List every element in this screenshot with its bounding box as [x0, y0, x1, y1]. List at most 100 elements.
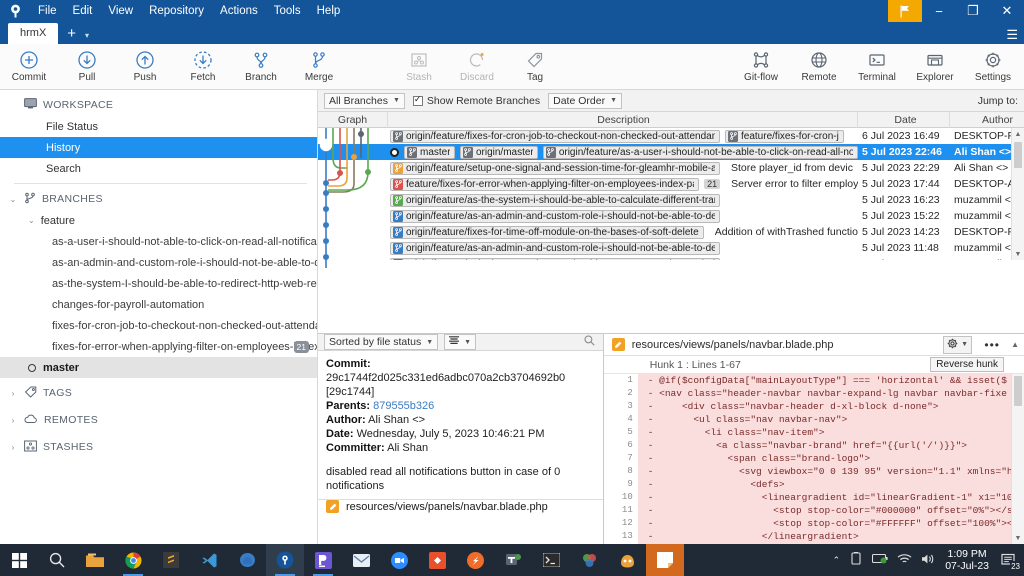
branches-section-header[interactable]: ⌄ BRANCHES — [0, 188, 317, 210]
terminal-icon[interactable] — [532, 544, 570, 576]
flag-icon[interactable] — [888, 0, 922, 22]
commit-row[interactable]: origin/feature/as-the-system-i-should-be… — [318, 192, 1024, 208]
diff-line[interactable]: 2 - <nav class="header-navbar navbar-expa… — [603, 387, 1024, 400]
tags-section-header[interactable]: › TAGS — [0, 382, 317, 404]
tab-hrmx[interactable]: hrmX — [8, 23, 59, 44]
commit-row[interactable]: origin/feature/fixes-for-cron-job-to-che… — [318, 128, 1024, 144]
sidebar-branch-item[interactable]: fixes-for-error-when-applying-filter-on-… — [0, 336, 317, 357]
menu-file[interactable]: File — [30, 2, 65, 20]
gimp-icon[interactable] — [608, 544, 646, 576]
diff-line[interactable]: 9 - <defs> — [603, 478, 1024, 491]
diff-line[interactable]: 11 - <stop stop-color="#000000" offset="0… — [603, 504, 1024, 517]
postgres-icon[interactable] — [228, 544, 266, 576]
diff-line[interactable]: 7 - <span class="brand-logo"> — [603, 452, 1024, 465]
menu-help[interactable]: Help — [309, 2, 349, 20]
diff-line[interactable]: 12 - <stop stop-color="#FFFFFF" offset="1… — [603, 517, 1024, 530]
branch-ref-tag[interactable]: origin/feature/as-the-system-i-should-be… — [390, 193, 720, 207]
sidebar-item-search[interactable]: Search — [0, 158, 317, 179]
scrollbar-thumb[interactable] — [1014, 376, 1022, 406]
branch-ref-tag[interactable]: master — [404, 145, 455, 159]
order-dropdown[interactable]: Date Order ▼ — [548, 92, 622, 109]
branch-ref-tag[interactable]: origin/master — [459, 145, 538, 159]
sidebar-branch-item[interactable]: as-a-user-i-should-not-able-to-click-on-… — [0, 231, 317, 252]
remotes-section-header[interactable]: › REMOTES — [0, 409, 317, 431]
diff-code-view[interactable]: 1 - @if($configData["mainLayoutType"] ===… — [603, 374, 1024, 544]
terminal-button[interactable]: Terminal — [848, 44, 906, 88]
volume-icon[interactable] — [921, 553, 936, 568]
add-tab-button[interactable]: + — [58, 26, 83, 44]
column-header-description[interactable]: Description — [388, 112, 858, 128]
scroll-down-icon[interactable]: ▼ — [1012, 248, 1024, 260]
sidebar-branch-item[interactable]: as-the-system-I-should-be-able-to-redire… — [0, 273, 317, 294]
sourcetree-icon[interactable] — [266, 544, 304, 576]
tags-twisty-icon[interactable]: › — [8, 389, 18, 398]
merge-button[interactable]: Merge — [290, 45, 348, 89]
sidebar-item-file-status[interactable]: File Status — [0, 116, 317, 137]
commit-list-scrollbar[interactable]: ▲ ▼ — [1011, 128, 1024, 260]
branch-ref-tag[interactable]: origin/feature/fixes-for-cron-job-to-che… — [390, 129, 720, 143]
diff-line[interactable]: 6 - <a class="navbar-brand" href="{{url('… — [603, 439, 1024, 452]
menu-edit[interactable]: Edit — [65, 2, 101, 20]
commit-row[interactable]: origin/feature/fixes-for-time-off-module… — [318, 224, 1024, 240]
branch-ref-tag[interactable]: origin/feature/as-an-admin-and-custom-ro… — [390, 241, 720, 255]
branch-button[interactable]: Branch — [232, 45, 290, 89]
stashes-section-header[interactable]: › STASHES — [0, 436, 317, 458]
restore-button[interactable]: ❐ — [956, 0, 990, 22]
file-explorer-icon[interactable] — [76, 544, 114, 576]
branch-filter-dropdown[interactable]: All Branches ▼ — [324, 92, 405, 109]
branch-ref-tag[interactable]: origin/feature/only-those-employees-shou… — [390, 257, 720, 260]
fetch-button[interactable]: Fetch — [174, 45, 232, 89]
gitflow-button[interactable]: Git-flow — [732, 44, 790, 88]
chrome-icon[interactable] — [114, 544, 152, 576]
diff-line[interactable]: 5 - <li class="nav-item"> — [603, 426, 1024, 439]
branch-ref-tag[interactable]: origin/feature/as-a-user-i-should-not-be… — [542, 145, 858, 159]
scrollbar-thumb[interactable] — [1014, 142, 1022, 168]
explorer-button[interactable]: Explorer — [906, 44, 964, 88]
taskbar-clock[interactable]: 1:09 PM 07-Jul-23 — [945, 548, 989, 572]
stashes-twisty-icon[interactable]: › — [8, 443, 18, 452]
stash-button[interactable]: Stash — [390, 45, 448, 89]
sort-files-dropdown[interactable]: Sorted by file status ▼ — [324, 334, 439, 350]
commit-button[interactable]: Commit — [0, 45, 58, 89]
windows-start-icon[interactable] — [0, 544, 38, 576]
more-dots-icon[interactable]: ••• — [984, 338, 1000, 352]
notification-center-button[interactable]: 23 — [998, 549, 1021, 572]
branch-folder-feature[interactable]: ⌄ feature — [0, 210, 317, 231]
branch-ref-tag[interactable]: feature/fixes-for-error-when-applying-fi… — [390, 177, 700, 191]
diff-scroll-up-icon[interactable]: ▲ — [1011, 340, 1019, 349]
menu-tools[interactable]: Tools — [266, 2, 309, 20]
diff-line[interactable]: 4 - <ul class="nav navbar-nav"> — [603, 413, 1024, 426]
menu-repository[interactable]: Repository — [141, 2, 212, 20]
tag-button[interactable]: Tag — [506, 45, 564, 89]
commit-row[interactable]: origin/feature/as-an-admin-and-custom-ro… — [318, 240, 1024, 256]
sidebar-branch-item[interactable]: changes-for-payroll-automation — [0, 294, 317, 315]
branch-ref-tag[interactable]: origin/feature/as-an-admin-and-custom-ro… — [390, 209, 720, 223]
commit-row[interactable]: master origin/master origin/feature/as-a-u… — [318, 144, 1024, 160]
sublime-icon[interactable] — [152, 544, 190, 576]
column-header-graph[interactable]: Graph — [318, 112, 388, 128]
column-header-author[interactable]: Author — [950, 112, 1024, 128]
commit-row[interactable]: origin/feature/only-those-employees-shou… — [318, 256, 1024, 260]
commit-row[interactable]: feature/fixes-for-error-when-applying-fi… — [318, 176, 1024, 192]
chevron-up-icon[interactable]: ⌃ — [833, 555, 841, 566]
search-icon[interactable] — [584, 335, 595, 349]
branches-twisty-icon[interactable]: ⌄ — [8, 195, 18, 204]
commit-row[interactable]: origin/feature/as-an-admin-and-custom-ro… — [318, 208, 1024, 224]
changed-file-row[interactable]: resources/views/panels/navbar.blade.php — [318, 499, 603, 513]
sidebar-item-history[interactable]: History — [0, 137, 317, 158]
column-header-date[interactable]: Date — [858, 112, 950, 128]
wifi-icon[interactable] — [897, 553, 912, 567]
tab-list-caret-icon[interactable]: ▾ — [83, 31, 95, 44]
menu-actions[interactable]: Actions — [212, 2, 266, 20]
parents-value[interactable]: 879555b326 — [373, 400, 434, 412]
push-button[interactable]: Push — [116, 45, 174, 89]
settings-button[interactable]: Settings — [964, 44, 1022, 88]
hamburger-menu-button[interactable]: ☰ — [1006, 28, 1018, 41]
diff-line[interactable]: 10 - <lineargradient id="linearGradient-1… — [603, 491, 1024, 504]
zoom-icon[interactable] — [380, 544, 418, 576]
remotes-twisty-icon[interactable]: › — [8, 416, 18, 425]
workspace-section-header[interactable]: WORKSPACE — [0, 94, 317, 116]
onedrive-icon[interactable] — [849, 551, 863, 568]
notes-icon[interactable] — [646, 544, 684, 576]
diamond-icon[interactable] — [418, 544, 456, 576]
